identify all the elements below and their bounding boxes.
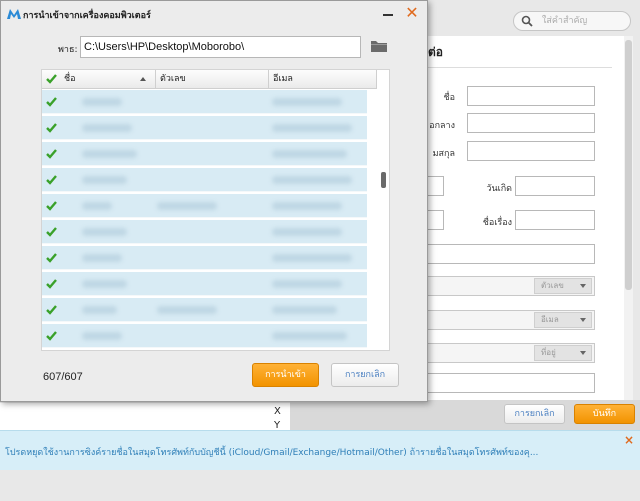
selected-count: 607/607 — [43, 371, 83, 383]
redacted-cell — [272, 332, 347, 340]
redacted-cell — [272, 306, 337, 314]
first-name-field[interactable] — [467, 86, 595, 106]
redacted-cell — [272, 202, 342, 210]
middle-name-label: อกลาง — [429, 121, 455, 131]
column-header-number[interactable]: ตัวเลข — [156, 70, 269, 89]
redacted-cell — [82, 332, 122, 340]
notice-close-icon[interactable]: × — [624, 433, 634, 447]
email-type-select[interactable]: อีเมล — [534, 312, 592, 328]
panel-save-button[interactable]: บันทึก — [574, 404, 635, 424]
row-checkbox[interactable] — [45, 173, 58, 186]
contact-row[interactable] — [42, 90, 367, 114]
sort-asc-icon — [140, 77, 146, 81]
birthday-label: วันเกิด — [486, 184, 512, 194]
redacted-cell — [82, 280, 127, 288]
address-field[interactable] — [425, 373, 595, 393]
column-header-email[interactable]: อีเมล — [269, 70, 377, 89]
redacted-cell — [272, 150, 347, 158]
divider — [428, 67, 612, 68]
redacted-cell — [272, 98, 342, 106]
redacted-cell — [157, 306, 217, 314]
contact-row[interactable] — [42, 246, 367, 270]
close-button[interactable]: ✕ — [404, 5, 420, 21]
path-field[interactable]: C:\Users\HP\Desktop\Moborobo\ — [80, 36, 361, 58]
contact-row[interactable] — [42, 168, 367, 192]
search-box[interactable]: ใส่คำสำคัญ — [513, 11, 631, 31]
redacted-cell — [272, 254, 352, 262]
import-button[interactable]: การนำเข้า — [252, 363, 319, 387]
contact-list: ชื่อ ตัวเลข อีเมล — [41, 69, 390, 351]
search-placeholder: ใส่คำสำคัญ — [542, 16, 588, 26]
redacted-cell — [272, 124, 352, 132]
row-checkbox[interactable] — [45, 277, 58, 290]
contact-row[interactable] — [42, 272, 367, 296]
dialog-titlebar[interactable]: การนำเข้าจากเครื่องคอมพิวเตอร์ ✕ — [1, 1, 427, 29]
moborobo-logo-icon — [7, 9, 21, 19]
redacted-cell — [82, 306, 117, 314]
path-label: พาธ: — [58, 45, 78, 55]
contact-row[interactable] — [42, 298, 367, 322]
chevron-down-icon — [580, 351, 586, 355]
row-checkbox[interactable] — [45, 121, 58, 134]
redacted-cell — [82, 176, 127, 184]
subject-field[interactable] — [515, 210, 595, 230]
redacted-cell — [157, 202, 217, 210]
import-dialog: การนำเข้าจากเครื่องคอมพิวเตอร์ ✕ พาธ: C:… — [0, 0, 428, 402]
list-scrollbar[interactable] — [378, 70, 389, 350]
scroll-thumb[interactable] — [381, 172, 386, 188]
row-checkbox[interactable] — [45, 147, 58, 160]
chevron-down-icon — [580, 318, 586, 322]
select-all-checkbox[interactable] — [45, 72, 58, 85]
birthday-field[interactable] — [515, 176, 595, 196]
redacted-cell — [272, 228, 342, 236]
redacted-cell — [272, 280, 342, 288]
last-name-field[interactable] — [467, 141, 595, 161]
folder-icon[interactable] — [370, 39, 388, 53]
row-checkbox[interactable] — [45, 251, 58, 264]
row-checkbox[interactable] — [45, 329, 58, 342]
letter-index-x[interactable]: X — [274, 406, 281, 417]
note-field[interactable] — [425, 244, 595, 264]
first-name-label: ชื่อ — [443, 93, 455, 103]
row-checkbox[interactable] — [45, 95, 58, 108]
redacted-cell — [82, 202, 112, 210]
redacted-cell — [82, 228, 127, 236]
panel-cancel-button[interactable]: การยกเลิก — [504, 404, 565, 424]
contact-row[interactable] — [42, 194, 367, 218]
dialog-title: การนำเข้าจากเครื่องคอมพิวเตอร์ — [23, 11, 151, 21]
redacted-cell — [82, 150, 137, 158]
redacted-cell — [82, 98, 122, 106]
contact-row[interactable] — [42, 142, 367, 166]
row-checkbox[interactable] — [45, 225, 58, 238]
redacted-cell — [82, 254, 122, 262]
row-checkbox[interactable] — [45, 199, 58, 212]
contact-row[interactable] — [42, 220, 367, 244]
redacted-cell — [82, 124, 132, 132]
cancel-button[interactable]: การยกเลิก — [331, 363, 399, 387]
address-row: ที่อยู่ — [425, 343, 595, 363]
sync-notice-text: โปรดหยุดใช้งานการซิงค์รายชื่อในสมุดโทรศั… — [5, 448, 539, 458]
contact-row[interactable] — [42, 324, 367, 348]
panel-scrollbar[interactable] — [624, 36, 633, 400]
minimize-button[interactable] — [381, 7, 395, 21]
phone-type-select[interactable]: ตัวเลข — [534, 278, 592, 294]
last-name-label: มสกุล — [432, 149, 455, 159]
panel-title: ต่อ — [428, 45, 443, 59]
middle-name-field[interactable] — [467, 113, 595, 133]
contact-row[interactable] — [42, 116, 367, 140]
side-list: X Y — [0, 403, 290, 431]
redacted-cell — [272, 176, 352, 184]
row-checkbox[interactable] — [45, 303, 58, 316]
status-strip — [0, 471, 640, 501]
search-icon — [521, 15, 533, 27]
subject-label: ชื่อเรื่อง — [482, 218, 512, 228]
column-header-name[interactable]: ชื่อ — [42, 70, 156, 89]
chevron-down-icon — [580, 284, 586, 288]
sync-notice-bar: โปรดหยุดใช้งานการซิงค์รายชื่อในสมุดโทรศั… — [0, 430, 640, 470]
list-header: ชื่อ ตัวเลข อีเมล — [42, 70, 377, 89]
email-row: อีเมล — [425, 310, 595, 330]
phone-row: ตัวเลข — [425, 276, 595, 296]
address-type-select[interactable]: ที่อยู่ — [534, 345, 592, 361]
